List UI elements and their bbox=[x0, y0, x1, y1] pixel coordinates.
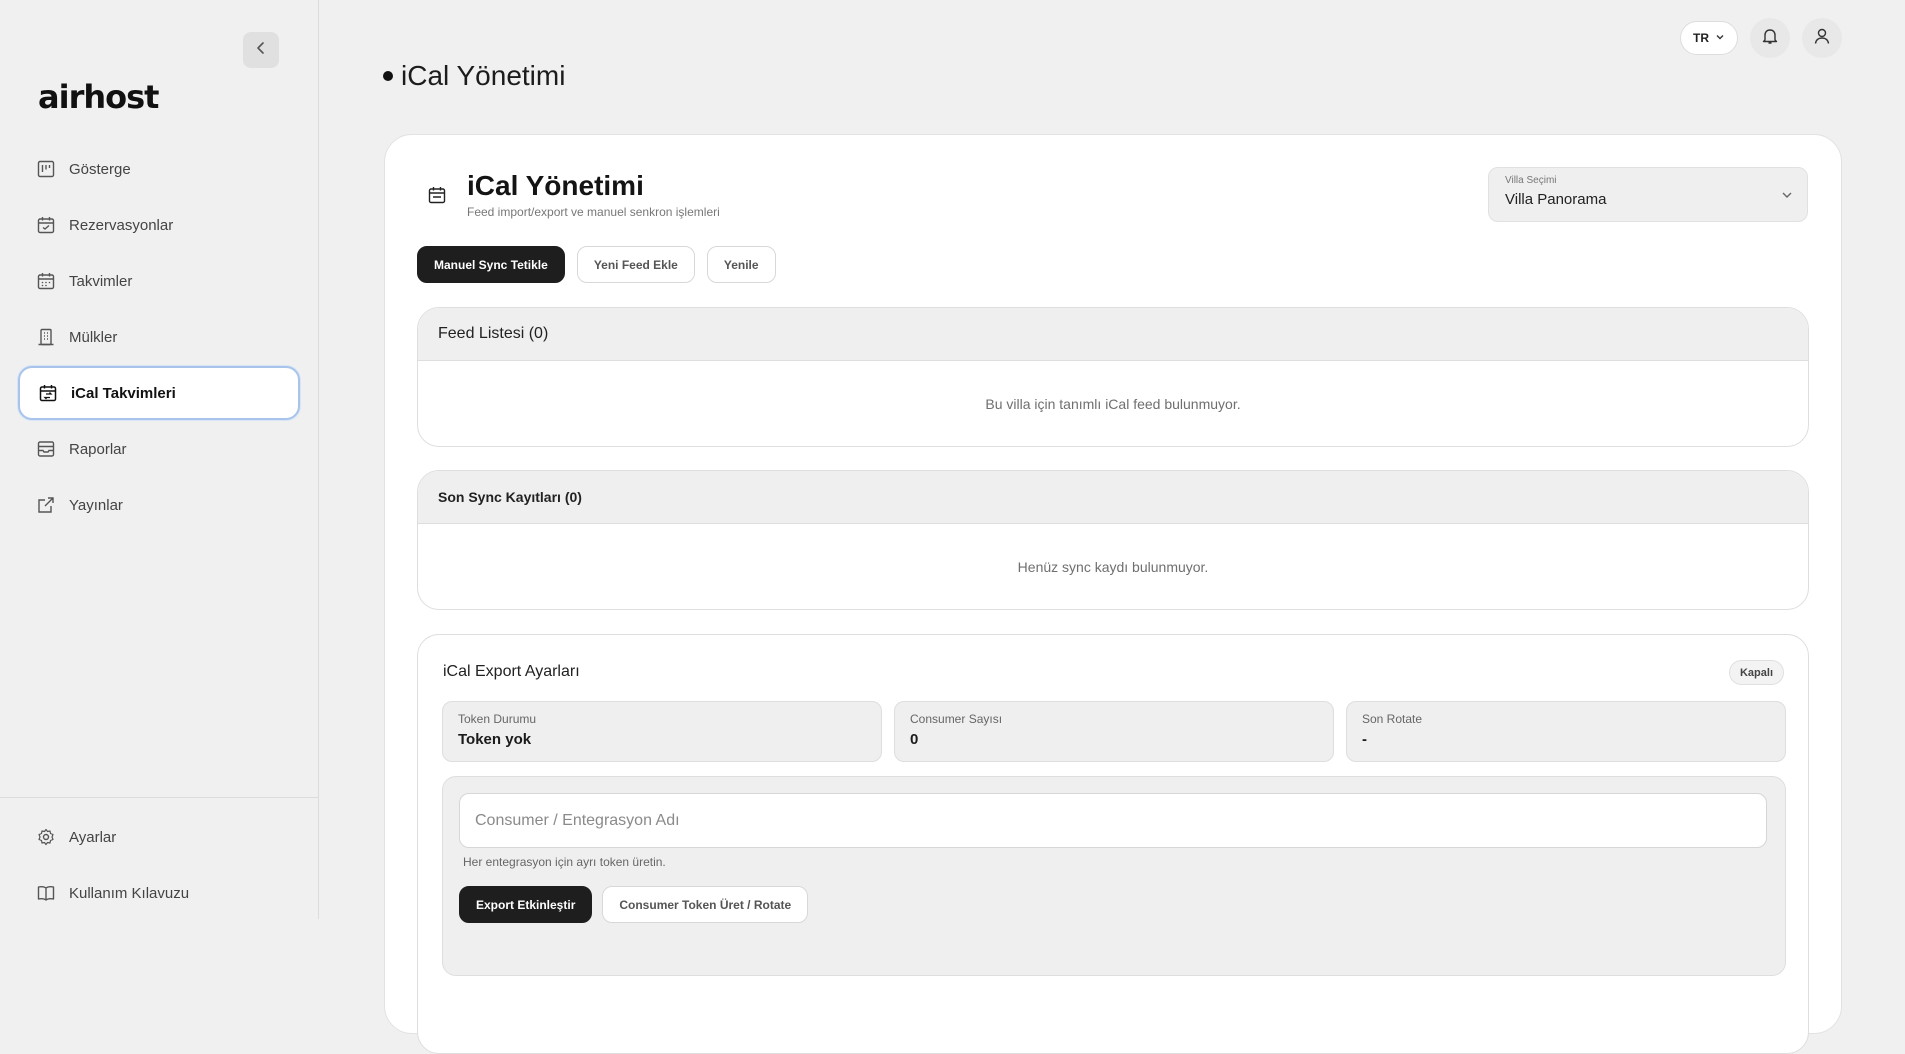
book-icon bbox=[36, 883, 56, 903]
logo[interactable]: airhost bbox=[38, 78, 159, 116]
stat-consumer-count: Consumer Sayısı 0 bbox=[894, 701, 1334, 762]
token-actions: Export Etkinleştir Consumer Token Üret /… bbox=[459, 886, 809, 923]
stat-value: - bbox=[1362, 731, 1367, 748]
sidebar-item-ayarlar[interactable]: Ayarlar bbox=[18, 810, 301, 864]
page-title: iCal Yönetimi bbox=[383, 60, 565, 92]
manual-sync-button[interactable]: Manuel Sync Tetikle bbox=[417, 246, 565, 283]
card-header: iCal Yönetimi Feed import/export ve manu… bbox=[425, 170, 720, 219]
export-title: iCal Export Ayarları bbox=[443, 663, 580, 680]
stat-label: Son Rotate bbox=[1362, 712, 1423, 726]
token-form: Her entegrasyon için ayrı token üretin. … bbox=[442, 776, 1786, 976]
sidebar-item-label: Gösterge bbox=[69, 160, 131, 178]
sidebar-item-label: Yayınlar bbox=[69, 496, 123, 514]
stat-label: Token Durumu bbox=[458, 712, 537, 726]
sidebar-item-yayinlar[interactable]: Yayınlar bbox=[18, 478, 300, 532]
sidebar-bottom: Ayarlar Kullanım Kılavuzu bbox=[0, 797, 319, 922]
feed-list-panel: Feed Listesi (0) Bu villa için tanımlı i… bbox=[417, 307, 1809, 447]
card-title: iCal Yönetimi bbox=[467, 170, 644, 201]
sidebar-item-label: iCal Takvimleri bbox=[71, 384, 176, 402]
sidebar: airhost Gösterge Rezervasyonlar Takvimle… bbox=[0, 0, 319, 919]
token-hint: Her entegrasyon için ayrı token üretin. bbox=[463, 855, 666, 869]
villa-select[interactable]: Villa Seçimi Villa Panorama bbox=[1488, 167, 1808, 222]
sidebar-item-ical-takvimleri[interactable]: iCal Takvimleri bbox=[18, 366, 300, 420]
building-icon bbox=[36, 327, 56, 347]
export-settings-panel: iCal Export Ayarları Kapalı Token Durumu… bbox=[417, 634, 1809, 1054]
title-bullet bbox=[383, 71, 393, 81]
sidebar-item-takvimler[interactable]: Takvimler bbox=[18, 254, 300, 308]
sidebar-item-label: Kullanım Kılavuzu bbox=[69, 884, 190, 902]
sync-logs-panel: Son Sync Kayıtları (0) Henüz sync kaydı … bbox=[417, 470, 1809, 610]
stat-value: 0 bbox=[910, 731, 919, 748]
notifications-button[interactable] bbox=[1750, 18, 1790, 58]
sidebar-item-label: Raporlar bbox=[69, 440, 127, 458]
chevron-left-icon bbox=[254, 41, 268, 60]
sidebar-item-label: Takvimler bbox=[69, 272, 133, 290]
logo-text: airhost bbox=[38, 78, 159, 116]
card-subtitle: Feed import/export ve manuel senkron işl… bbox=[467, 204, 720, 219]
consumer-name-input[interactable] bbox=[459, 793, 1767, 848]
ical-management-card: iCal Yönetimi Feed import/export ve manu… bbox=[384, 134, 1842, 1054]
sidebar-item-label: Rezervasyonlar bbox=[69, 216, 174, 234]
bell-icon bbox=[1761, 27, 1779, 50]
villa-select-value: Villa Panorama bbox=[1505, 191, 1607, 208]
user-icon bbox=[1813, 27, 1831, 50]
collapse-sidebar-button[interactable] bbox=[243, 32, 279, 68]
calendar-icon bbox=[36, 271, 56, 291]
add-feed-button[interactable]: Yeni Feed Ekle bbox=[576, 246, 695, 283]
stat-label: Consumer Sayısı bbox=[910, 712, 1003, 726]
sync-logs-empty: Henüz sync kaydı bulunmuyor. bbox=[1017, 558, 1209, 575]
language-selector[interactable]: TR bbox=[1680, 21, 1738, 55]
calendar-icon bbox=[425, 183, 449, 207]
calendar-check-icon bbox=[36, 215, 56, 235]
rotate-token-button[interactable]: Consumer Token Üret / Rotate bbox=[602, 886, 809, 923]
language-label: TR bbox=[1693, 31, 1709, 45]
gear-icon bbox=[36, 827, 56, 847]
calendar-sync-icon bbox=[38, 383, 58, 403]
sidebar-item-rezervasyonlar[interactable]: Rezervasyonlar bbox=[18, 198, 300, 252]
refresh-button[interactable]: Yenile bbox=[706, 246, 776, 283]
stat-last-rotate: Son Rotate - bbox=[1346, 701, 1786, 762]
sidebar-item-gosterge[interactable]: Gösterge bbox=[18, 142, 300, 196]
sidebar-item-mulkler[interactable]: Mülkler bbox=[18, 310, 300, 364]
user-menu-button[interactable] bbox=[1802, 18, 1842, 58]
sync-logs-title: Son Sync Kayıtları (0) bbox=[418, 471, 1808, 524]
inbox-icon bbox=[36, 439, 56, 459]
stat-value: Token yok bbox=[458, 731, 532, 748]
feed-list-empty: Bu villa için tanımlı iCal feed bulunmuy… bbox=[985, 395, 1241, 412]
page-title-text: iCal Yönetimi bbox=[401, 60, 566, 91]
status-badge: Kapalı bbox=[1728, 660, 1784, 685]
sidebar-nav: Gösterge Rezervasyonlar Takvimler Mülkle… bbox=[18, 142, 300, 534]
sidebar-item-label: Ayarlar bbox=[69, 828, 117, 846]
export-stats: Token Durumu Token yok Consumer Sayısı 0… bbox=[442, 701, 1786, 762]
action-bar: Manuel Sync Tetikle Yeni Feed Ekle Yenil… bbox=[417, 246, 776, 283]
sidebar-item-label: Mülkler bbox=[69, 328, 118, 346]
sidebar-item-kullanim-kilavuzu[interactable]: Kullanım Kılavuzu bbox=[18, 866, 301, 920]
sidebar-item-raporlar[interactable]: Raporlar bbox=[18, 422, 300, 476]
external-link-icon bbox=[36, 495, 56, 515]
stat-token-status: Token Durumu Token yok bbox=[442, 701, 882, 762]
chevron-down-icon bbox=[1715, 31, 1725, 45]
topbar: TR bbox=[1680, 18, 1842, 58]
villa-select-label: Villa Seçimi bbox=[1505, 175, 1557, 186]
enable-export-button[interactable]: Export Etkinleştir bbox=[459, 886, 593, 923]
chevron-down-icon bbox=[1781, 188, 1793, 206]
dashboard-icon bbox=[36, 159, 56, 179]
feed-list-title: Feed Listesi (0) bbox=[418, 308, 1808, 361]
